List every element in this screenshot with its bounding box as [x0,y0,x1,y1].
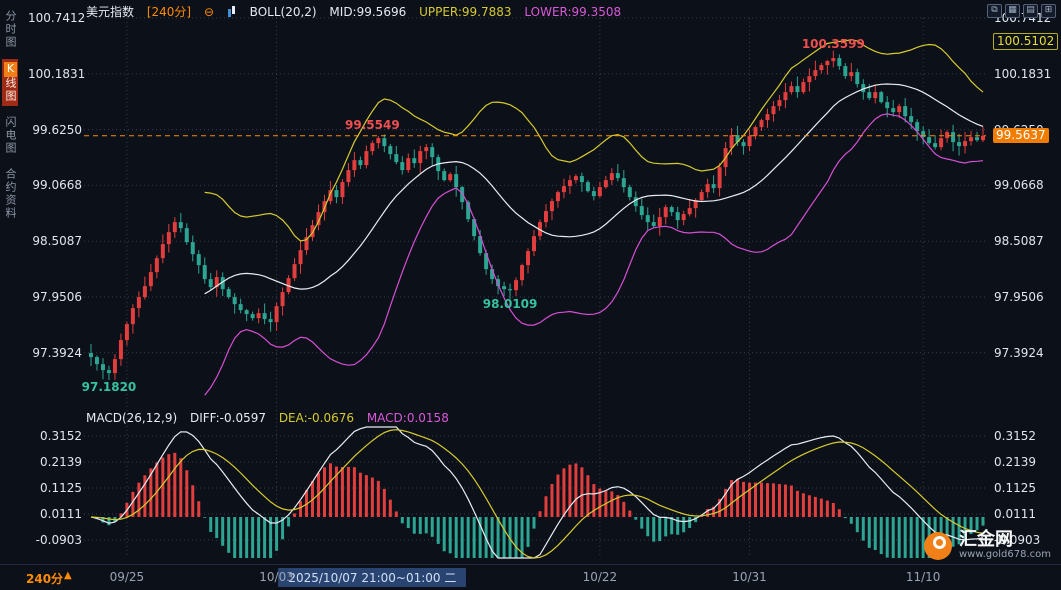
sidebar-item-lightning-chart[interactable]: 闪电图 [2,113,18,158]
sidebar-item-contract-info[interactable]: 合约资料 [2,165,18,223]
sidebar-item-kline-chart[interactable]: K线图 [2,59,18,106]
collapse-indicator-icon[interactable]: ⊖ [204,5,214,19]
period-tag[interactable]: [240分] [147,5,191,19]
current-period-label[interactable]: 240分 [26,570,63,587]
trading-terminal: 分时图 K线图闪电图合约资料 美元指数 [240分] ⊖ BOLL(20,2) M… [0,0,1061,590]
x-axis-tick-label: 10/03 [259,570,294,584]
x-axis-tick-label: 09/25 [109,570,145,584]
candlestick-macd-chart[interactable] [0,0,1061,590]
boll-mid-value: MID:99.5696 [329,5,407,19]
macd-diff-value: DIFF:-0.0597 [189,411,266,425]
boll-upper-price-tag: 100.5102 [993,33,1059,51]
time-axis-bar: 240分 ▲ 2025/10/07 21:00~01:00 二 09/25 10/… [0,564,1061,590]
symbol-name: 美元指数 [86,5,135,19]
site-watermark: 汇金网 www.gold678.com [923,529,1051,560]
macd-macd-value: MACD:0.0158 [366,411,449,425]
chart-type-sidebar: 分时图 K线图闪电图合约资料 [0,0,18,590]
macd-title: MACD(26,12,9) [86,411,178,425]
x-axis-tick-label: 10/31 [732,570,767,584]
chart-header: 美元指数 [240分] ⊖ BOLL(20,2) MID:99.5696 UPP… [86,3,630,20]
macd-dea-value: DEA:-0.0676 [278,411,354,425]
window-layout-icon-3[interactable]: ▤ [1023,4,1038,18]
last-price-tag: 99.5637 [993,127,1049,143]
macd-header: MACD(26,12,9) DIFF:-0.0597 DEA:-0.0676 M… [86,411,458,425]
boll-indicator-icon [227,6,237,18]
boll-label: BOLL(20,2) [249,5,317,19]
boll-lower-value: LOWER:99.3508 [524,5,622,19]
watermark-site-url: www.gold678.com [958,549,1051,560]
boll-upper-value: UPPER:99.7883 [419,5,512,19]
x-axis-tick-label: 11/10 [905,570,941,584]
huijin-logo-icon [923,531,952,560]
window-layout-icons: ⧉ ▦ ▤ ⊞ [987,4,1056,18]
window-layout-icon-1[interactable]: ⧉ [987,4,1002,18]
sidebar-item-time-chart[interactable]: 分时图 [2,7,18,52]
period-dropdown-arrow-icon[interactable]: ▲ [64,570,72,581]
x-axis-tick-label: 10/22 [582,570,618,584]
crosshair-datetime-label: 2025/10/07 21:00~01:00 二 [278,568,467,587]
window-layout-icon-4[interactable]: ⊞ [1041,4,1056,18]
watermark-site-name: 汇金网 [958,529,1013,550]
window-layout-icon-2[interactable]: ▦ [1005,4,1020,18]
